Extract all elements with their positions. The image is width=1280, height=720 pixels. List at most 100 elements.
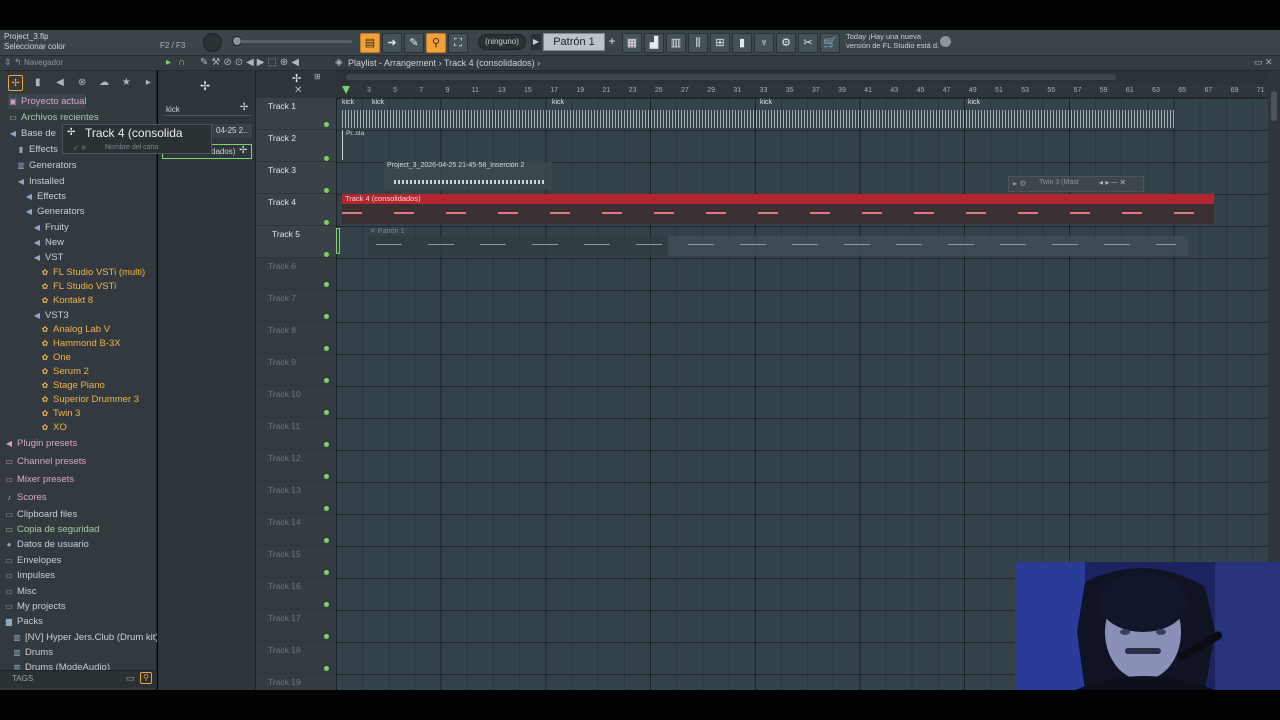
- browser-item[interactable]: ▥ Drums: [12, 645, 53, 660]
- browser-item[interactable]: ▭ Clipboard files: [4, 507, 77, 522]
- track-mute-led[interactable]: [324, 346, 329, 351]
- browser-item[interactable]: ▭ Impulses: [4, 568, 55, 583]
- mixer-button[interactable]: ⫼: [688, 33, 708, 53]
- track-mute-led[interactable]: [324, 188, 329, 193]
- track-header[interactable]: Track 10: [256, 386, 336, 418]
- step-arrow-button[interactable]: ➜: [382, 33, 402, 53]
- picker-item-insercion[interactable]: 04-25 2..: [212, 124, 252, 138]
- browser-item[interactable]: ▭ Envelopes: [4, 553, 61, 568]
- master-volume-knob[interactable]: [203, 33, 222, 52]
- browser-item[interactable]: ✿ Twin 3: [40, 406, 81, 421]
- plugin-window-controls[interactable]: ◂ ▸ ─ ✕: [1099, 178, 1126, 187]
- track-header[interactable]: Track 16: [256, 578, 336, 610]
- track-mute-led[interactable]: [324, 634, 329, 639]
- kick-audio-clip[interactable]: [342, 98, 1174, 130]
- pattern-selector[interactable]: Patrón 1: [543, 33, 605, 51]
- browser-item[interactable]: ◀ Generators: [24, 204, 85, 219]
- pattern-prev-icon[interactable]: ▶: [531, 34, 541, 50]
- vscroll-thumb[interactable]: [1271, 91, 1277, 121]
- browser-item[interactable]: ✿ Stage Piano: [40, 378, 105, 393]
- browser-item[interactable]: ▥ Generators: [16, 158, 76, 173]
- link-tool-button[interactable]: ⚲: [426, 33, 446, 53]
- browser-item[interactable]: ◀ Installed: [16, 174, 64, 189]
- plugin-picker-button[interactable]: ♆: [754, 33, 774, 53]
- track-header[interactable]: Track 1: [256, 98, 336, 130]
- stamp-tool-button[interactable]: ⛶: [448, 33, 468, 53]
- track-header[interactable]: Track 7: [256, 290, 336, 322]
- browser-item[interactable]: ✿ Kontakt 8: [40, 293, 94, 308]
- channel-rack-button[interactable]: ▥: [666, 33, 686, 53]
- browser-item[interactable]: ● Datos de usuario: [4, 537, 89, 552]
- track-mute-led[interactable]: [324, 506, 329, 511]
- browser-item[interactable]: ✿ FL Studio VSTi (multi): [40, 265, 146, 280]
- browser-item[interactable]: ▮ Effects: [16, 142, 58, 157]
- touch-controller-button[interactable]: ⚙: [776, 33, 796, 53]
- playlist-hscroll[interactable]: [336, 71, 1268, 84]
- track-header[interactable]: Track 13: [256, 482, 336, 514]
- track-header[interactable]: Track 19: [256, 674, 336, 690]
- picker-add-icon[interactable]: ✢: [240, 102, 248, 113]
- track-mute-led[interactable]: [324, 474, 329, 479]
- track-header[interactable]: Track 6: [256, 258, 336, 290]
- plugin-window-gear-icon[interactable]: ▸ ⚙: [1013, 179, 1026, 188]
- browser-plugins-icon[interactable]: ⊗: [74, 75, 89, 91]
- browser-item[interactable]: ▭ Copia de seguridad: [4, 522, 99, 537]
- track-mute-led[interactable]: [324, 156, 329, 161]
- window-controls[interactable]: ▭ ✕: [1254, 57, 1273, 68]
- browser-item[interactable]: ◀ VST3: [32, 308, 69, 323]
- browser-item[interactable]: ▆ Packs: [4, 614, 43, 629]
- picker-move-icon[interactable]: ✢: [190, 79, 220, 93]
- pattern-mode-select[interactable]: (ninguno): [478, 34, 526, 50]
- playlist-options-icon[interactable]: ▸: [166, 57, 171, 68]
- twin3-plugin-window[interactable]: ▸ ⚙ Twin 3 (Mast ◂ ▸ ─ ✕: [1008, 176, 1144, 192]
- news-refresh-icon[interactable]: [940, 36, 951, 47]
- playlist-tools-icons[interactable]: ✎⚒⊘⊙◀▶⬚⊕◀: [200, 57, 302, 68]
- playlist-menu-icon[interactable]: ◈: [335, 57, 343, 68]
- snap-magnet-icon[interactable]: ∩: [178, 57, 185, 68]
- track-header[interactable]: Track 11: [256, 418, 336, 450]
- track-header[interactable]: Track 4: [256, 194, 336, 226]
- browser-files-icon[interactable]: ▮: [30, 75, 45, 91]
- browser-item[interactable]: ▣ Proyecto actual: [8, 94, 87, 109]
- track-header[interactable]: Track 3: [256, 162, 336, 194]
- browser-item[interactable]: ▭ Misc: [4, 584, 36, 599]
- browser-item[interactable]: ▭ Mixer presets: [4, 472, 74, 487]
- browser-all-icon[interactable]: ✢: [8, 75, 24, 91]
- playhead-marker-icon[interactable]: [342, 86, 350, 94]
- track-header[interactable]: Track 18: [256, 642, 336, 674]
- tags-folder-icon[interactable]: ▭: [126, 673, 135, 684]
- browser-item[interactable]: ✿ Analog Lab V: [40, 322, 110, 337]
- browser-item[interactable]: ✿ XO: [40, 420, 67, 435]
- browser-item[interactable]: ◀ Base de: [8, 126, 56, 141]
- track-mute-led[interactable]: [324, 410, 329, 415]
- browser-item[interactable]: ▭ Archivos recientes: [8, 110, 98, 125]
- picker-item-move-icon[interactable]: ✢: [239, 145, 247, 156]
- track-mute-led[interactable]: [324, 602, 329, 607]
- insercion-audio-clip[interactable]: Project_3_2026-04-25 21-45-58_Inserción …: [384, 162, 552, 190]
- plugin-db-button[interactable]: ⊞: [710, 33, 730, 53]
- track-header[interactable]: Track 9: [256, 354, 336, 386]
- browser-item[interactable]: ▥ [NV] Hyper Jers.Club (Drum kit): [12, 630, 157, 645]
- browser-more-icon[interactable]: ▸: [141, 75, 156, 91]
- browser-back-icon[interactable]: ◀: [52, 75, 67, 91]
- tags-search-icon[interactable]: ⚲: [140, 672, 152, 684]
- browser-item[interactable]: ▭ Channel presets: [4, 454, 86, 469]
- track-header[interactable]: Track 5: [256, 226, 336, 258]
- browser-star-icon[interactable]: ★: [119, 75, 134, 91]
- track-mute-led[interactable]: [324, 282, 329, 287]
- hscroll-thumb[interactable]: [346, 74, 1116, 80]
- browser-item[interactable]: ▥ Drums (ModeAudio): [12, 660, 110, 670]
- track-header[interactable]: Track 14: [256, 514, 336, 546]
- pr-cla-clip[interactable]: Pr..cla: [342, 130, 370, 160]
- news-panel[interactable]: Today ¡Hay una nueva versión de FL Studi…: [846, 32, 941, 50]
- track-mute-led[interactable]: [324, 378, 329, 383]
- track4-consolidated-clip[interactable]: Track 4 (consolidados): [342, 194, 1214, 224]
- track-mute-led[interactable]: [324, 538, 329, 543]
- browser-item[interactable]: ✿ FL Studio VSTi: [40, 279, 117, 294]
- master-slider[interactable]: [240, 40, 352, 43]
- track-mute-led[interactable]: [324, 252, 329, 257]
- track-header[interactable]: Track 8: [256, 322, 336, 354]
- track-mute-led[interactable]: [324, 666, 329, 671]
- track-header[interactable]: Track 17: [256, 610, 336, 642]
- track-mute-led[interactable]: [324, 570, 329, 575]
